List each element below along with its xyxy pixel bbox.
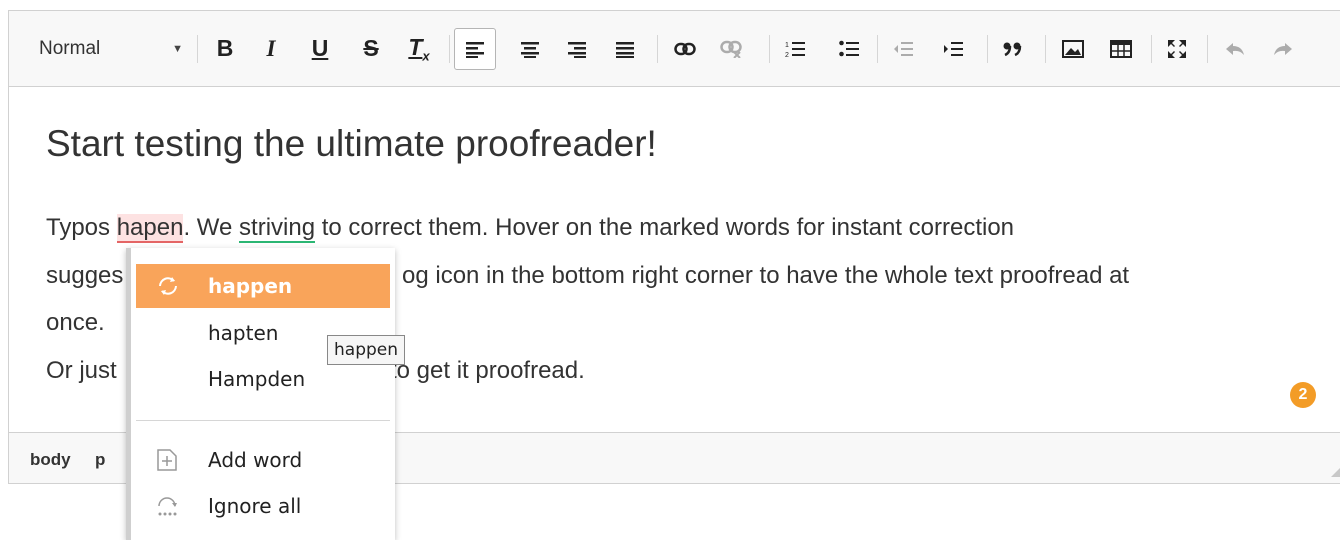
toolbar-separator (1207, 35, 1208, 63)
format-dropdown[interactable]: Normal ▼ (39, 11, 189, 86)
suggestion-item[interactable]: happen (136, 264, 390, 308)
quote-icon (1003, 42, 1022, 56)
fullscreen-icon (1168, 39, 1186, 58)
redo-icon (1274, 42, 1292, 55)
paragraph-line: to get it proofread. (390, 357, 585, 385)
text-span: to get it proofread. (390, 357, 585, 384)
editor-toolbar: Normal ▼ B I U S Tx 12 (9, 11, 1340, 87)
element-path-body[interactable]: body (30, 450, 71, 470)
svg-text:1: 1 (785, 42, 789, 49)
align-right-icon (568, 41, 586, 58)
remove-format-sub: x (422, 48, 430, 64)
numbered-list-button[interactable]: 12 (777, 11, 813, 86)
text-span: og icon in the bottom right corner to ha… (402, 262, 1130, 289)
numbered-list-icon: 12 (785, 41, 805, 58)
bulleted-list-button[interactable] (831, 11, 867, 86)
align-left-button[interactable] (454, 28, 496, 70)
replace-icon (159, 277, 177, 295)
justify-button[interactable] (607, 11, 643, 86)
image-icon (1062, 39, 1084, 58)
unlink-icon (720, 40, 742, 58)
add-word-label: Add word (208, 448, 303, 472)
toolbar-separator (449, 35, 450, 63)
ignore-all-item[interactable]: Ignore all (136, 484, 390, 528)
remove-format-icon: Tx (408, 34, 429, 64)
strikethrough-icon: S (363, 35, 379, 61)
toolbar-separator (769, 35, 770, 63)
insert-image-button[interactable] (1055, 11, 1091, 86)
text-span: Typos (46, 214, 117, 241)
toolbar-separator (877, 35, 878, 63)
text-span: to correct them. Hover on the marked wor… (315, 214, 1015, 241)
link-icon (674, 42, 696, 55)
underline-icon: U (311, 35, 329, 61)
add-word-icon (157, 449, 177, 471)
text-span: once. (46, 309, 105, 336)
paragraph-line: Or just (46, 357, 117, 385)
align-left-icon (466, 42, 484, 58)
menu-divider (136, 420, 390, 421)
proofreader-issues-badge[interactable]: 2 (1290, 382, 1316, 408)
resize-handle-icon[interactable] (1331, 461, 1340, 477)
suggestion-label: happen (208, 274, 293, 298)
remove-format-letter: T (408, 33, 423, 60)
table-icon (1110, 39, 1132, 58)
suggestion-label: hapten (208, 321, 279, 345)
align-right-button[interactable] (559, 11, 595, 86)
toolbar-separator (197, 35, 198, 63)
paragraph-line: sugges (46, 262, 123, 290)
strikethrough-button[interactable]: S (353, 11, 389, 86)
text-span: . We (183, 214, 240, 241)
svg-text:2: 2 (785, 52, 789, 58)
text-span: Or just (46, 357, 117, 384)
text-span: sugges (46, 262, 124, 289)
undo-icon (1226, 42, 1244, 55)
bulleted-list-icon (839, 40, 859, 56)
suggestion-label: Hampden (208, 367, 306, 391)
justify-icon (616, 41, 634, 58)
spellcheck-context-menu: happen hapten Hampden Add word Ignore al… (126, 248, 395, 540)
align-center-button[interactable] (512, 11, 548, 86)
misspelled-word[interactable]: hapen (116, 214, 184, 243)
element-path-p[interactable]: p (95, 450, 105, 470)
remove-format-button[interactable]: Tx (401, 11, 437, 86)
paragraph-line: og icon in the bottom right corner to ha… (402, 262, 1129, 290)
paragraph-line: once. (46, 309, 105, 337)
toolbar-separator (987, 35, 988, 63)
chevron-down-icon: ▼ (172, 42, 183, 55)
underline-button[interactable]: U (302, 11, 338, 86)
redo-button[interactable] (1265, 11, 1301, 86)
outdent-icon (894, 41, 913, 56)
italic-icon: I (266, 35, 276, 61)
insert-link-button[interactable] (667, 11, 703, 86)
content-heading: Start testing the ultimate proofreader! (46, 123, 657, 164)
toolbar-separator (657, 35, 658, 63)
unlink-button[interactable] (713, 11, 749, 86)
suggestion-tooltip: happen (327, 335, 406, 365)
indent-icon (944, 41, 963, 56)
toolbar-separator (1045, 35, 1046, 63)
bold-icon: B (216, 35, 234, 61)
indent-button[interactable] (935, 11, 971, 86)
insert-table-button[interactable] (1103, 11, 1139, 86)
bold-button[interactable]: B (207, 11, 243, 86)
fullscreen-button[interactable] (1159, 11, 1195, 86)
format-dropdown-value: Normal (39, 37, 101, 59)
blockquote-button[interactable] (993, 11, 1033, 86)
add-word-item[interactable]: Add word (136, 438, 390, 482)
ignore-all-label: Ignore all (208, 494, 302, 518)
ignore-icon (158, 497, 177, 516)
toolbar-separator (1151, 35, 1152, 63)
grammar-flagged-word[interactable]: striving (239, 214, 316, 243)
outdent-button[interactable] (885, 11, 921, 86)
italic-button[interactable]: I (253, 11, 289, 86)
paragraph-line: Typos hapen. We striving to correct them… (46, 214, 1015, 243)
align-center-icon (521, 41, 539, 58)
undo-button[interactable] (1217, 11, 1253, 86)
